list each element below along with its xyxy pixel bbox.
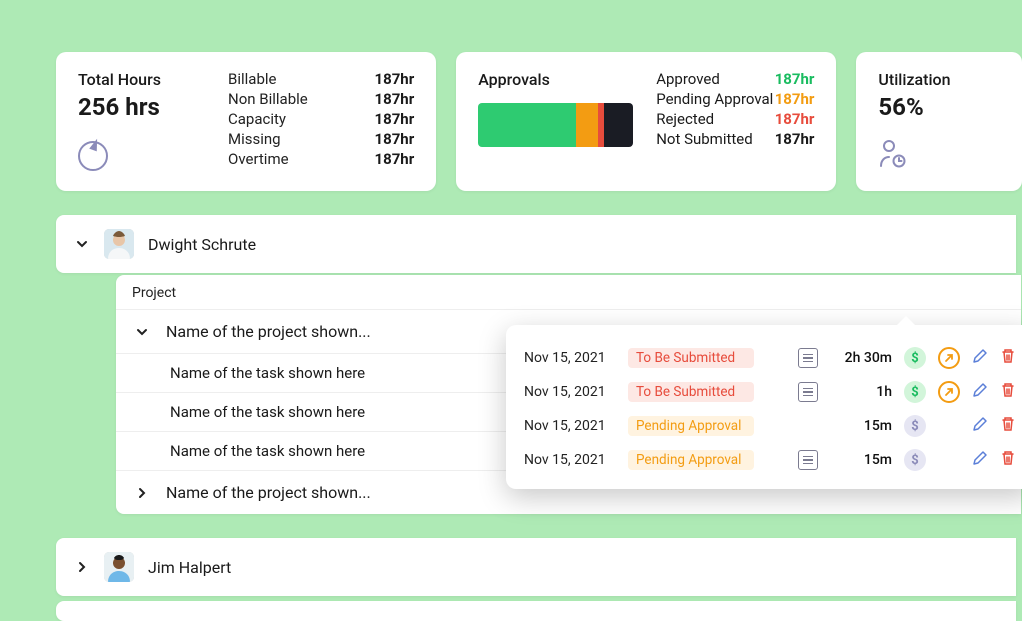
approvals-bar-chart bbox=[478, 103, 633, 147]
bar-pending bbox=[576, 103, 598, 147]
approvals-breakdown: Approved187hr Pending Approval187hr Reje… bbox=[656, 70, 814, 148]
edit-icon[interactable] bbox=[972, 450, 988, 470]
billable-icon[interactable]: $ bbox=[904, 347, 926, 369]
entry-time: 15m bbox=[830, 418, 892, 434]
kv-val: 187hr bbox=[374, 130, 414, 148]
bar-not-submitted bbox=[604, 103, 633, 147]
delete-icon[interactable] bbox=[1000, 450, 1016, 470]
kv-val: 187hr bbox=[775, 70, 815, 88]
entry-row: Nov 15, 2021 Pending Approval 15m $ bbox=[524, 443, 1016, 477]
bar-approved bbox=[478, 103, 576, 147]
user-clock-icon bbox=[878, 139, 1000, 173]
submit-arrow-icon[interactable] bbox=[938, 347, 960, 369]
card-utilization: Utilization 56% bbox=[856, 52, 1022, 191]
chevron-right-icon[interactable] bbox=[132, 486, 152, 500]
user-row[interactable]: Jim Halpert bbox=[56, 538, 1016, 596]
kv-val: 187hr bbox=[374, 70, 414, 88]
entries-popover: Nov 15, 2021To Be Submitted2h 30m$Nov 15… bbox=[506, 325, 1022, 489]
avatar bbox=[104, 229, 134, 259]
kv-key: Billable bbox=[228, 70, 276, 88]
user-name: Jim Halpert bbox=[148, 558, 231, 577]
clock-icon bbox=[78, 141, 108, 171]
entry-row: Nov 15, 2021 Pending Approval 15m $ bbox=[524, 409, 1016, 443]
approvals-title: Approvals bbox=[478, 70, 656, 89]
card-total-hours: Total Hours 256 hrs Billable 187hr Non Bi… bbox=[56, 52, 436, 191]
delete-icon[interactable] bbox=[1000, 382, 1016, 402]
utilization-title: Utilization bbox=[878, 70, 1000, 89]
billable-icon[interactable]: $ bbox=[904, 381, 926, 403]
edit-icon[interactable] bbox=[972, 382, 988, 402]
kv-key: Pending Approval bbox=[656, 90, 773, 108]
total-hours-value: 256 hrs bbox=[78, 93, 228, 121]
entry-time: 15m bbox=[830, 452, 892, 468]
kv-key: Missing bbox=[228, 130, 281, 148]
kv-val: 187hr bbox=[775, 90, 815, 108]
chevron-down-icon[interactable] bbox=[132, 325, 152, 339]
kv-val: 187hr bbox=[374, 150, 414, 168]
user-row[interactable] bbox=[56, 601, 1016, 621]
delete-icon[interactable] bbox=[1000, 348, 1016, 368]
kv-val: 187hr bbox=[775, 130, 815, 148]
entry-time: 2h 30m bbox=[830, 350, 892, 366]
user-row[interactable]: Dwight Schrute bbox=[56, 215, 1016, 273]
kv-val: 187hr bbox=[374, 90, 414, 108]
billable-icon[interactable]: $ bbox=[904, 415, 926, 437]
entry-status-badge: Pending Approval bbox=[628, 416, 754, 436]
avatar bbox=[104, 552, 134, 582]
kv-key: Not Submitted bbox=[656, 130, 753, 148]
kv-val: 187hr bbox=[775, 110, 815, 128]
kv-key: Non Billable bbox=[228, 90, 308, 108]
entry-time: 1h bbox=[830, 384, 892, 400]
delete-icon[interactable] bbox=[1000, 416, 1016, 436]
entry-status-badge: To Be Submitted bbox=[628, 348, 754, 368]
kv-key: Rejected bbox=[656, 110, 714, 128]
project-name: Name of the project shown... bbox=[166, 483, 371, 502]
entry-row: Nov 15, 2021 To Be Submitted 2h 30m $ bbox=[524, 341, 1016, 375]
edit-icon[interactable] bbox=[972, 348, 988, 368]
submit-arrow-icon[interactable] bbox=[938, 381, 960, 403]
note-icon[interactable] bbox=[798, 450, 818, 470]
entry-status-badge: Pending Approval bbox=[628, 450, 754, 470]
utilization-value: 56% bbox=[878, 93, 1000, 121]
total-hours-breakdown: Billable 187hr Non Billable 187hr Capacity… bbox=[228, 70, 414, 168]
kv-key: Overtime bbox=[228, 150, 289, 168]
note-icon[interactable] bbox=[798, 382, 818, 402]
entry-date: Nov 15, 2021 bbox=[524, 418, 616, 434]
kv-key: Approved bbox=[656, 70, 720, 88]
project-name: Name of the project shown... bbox=[166, 322, 371, 341]
entry-date: Nov 15, 2021 bbox=[524, 350, 616, 366]
note-icon[interactable] bbox=[798, 348, 818, 368]
entry-row: Nov 15, 2021 To Be Submitted 1h $ bbox=[524, 375, 1016, 409]
chevron-right-icon[interactable] bbox=[74, 560, 90, 574]
kv-val: 187hr bbox=[374, 110, 414, 128]
entry-status-badge: To Be Submitted bbox=[628, 382, 754, 402]
kv-key: Capacity bbox=[228, 110, 286, 128]
chevron-down-icon[interactable] bbox=[74, 237, 90, 251]
total-hours-title: Total Hours bbox=[78, 70, 228, 89]
projects-header: Project bbox=[116, 275, 1021, 310]
card-approvals: Approvals Approved 187hr Pending Approval… bbox=[456, 52, 836, 191]
edit-icon[interactable] bbox=[972, 416, 988, 436]
entry-date: Nov 15, 2021 bbox=[524, 384, 616, 400]
billable-icon[interactable]: $ bbox=[904, 449, 926, 471]
projects-panel: Project Name of the project shown... Nam… bbox=[116, 275, 1021, 514]
entry-date: Nov 15, 2021 bbox=[524, 452, 616, 468]
user-name: Dwight Schrute bbox=[148, 235, 256, 254]
